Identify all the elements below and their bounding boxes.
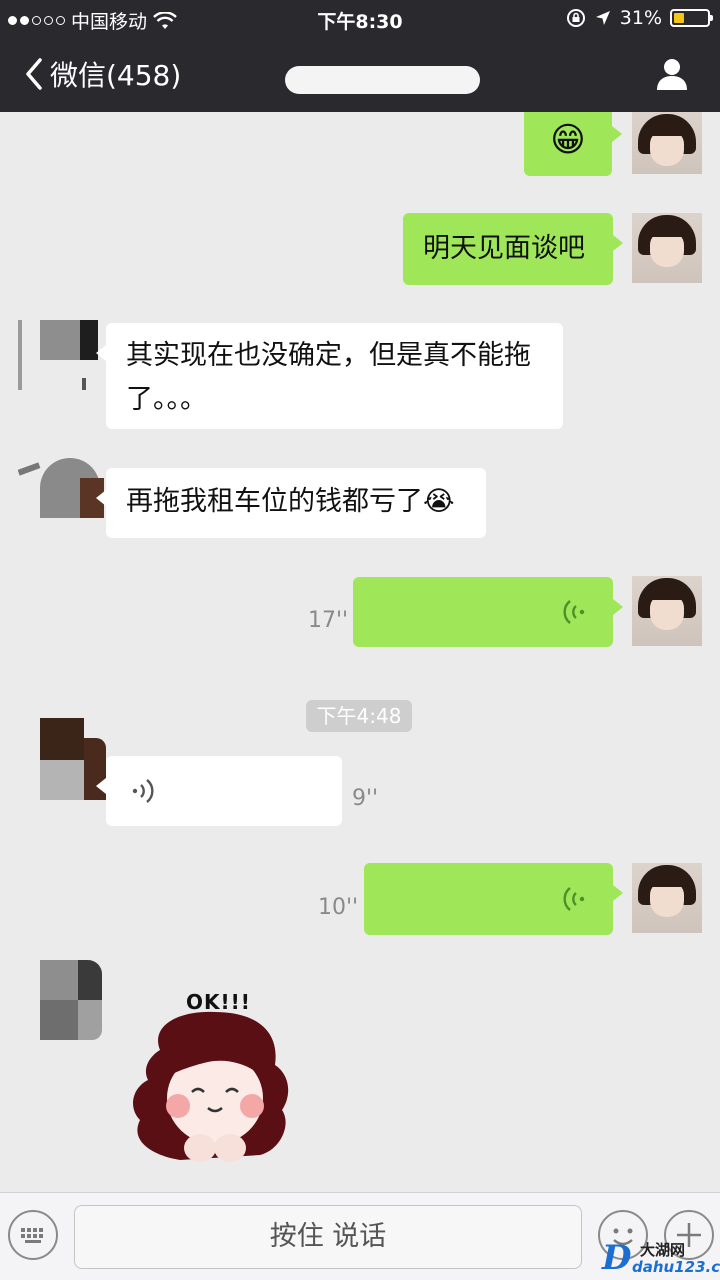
time-separator: 下午4:48 — [306, 700, 412, 732]
status-right: 31% — [566, 7, 713, 29]
message-bubble-emoji[interactable]: 😁 — [524, 112, 622, 176]
keyboard-icon — [21, 1228, 43, 1243]
nav-bar: 微信(458) — [0, 36, 720, 112]
back-label: 微信(458) — [50, 59, 182, 92]
voice-message-bubble[interactable] — [96, 756, 342, 826]
back-button[interactable]: 微信(458) — [22, 54, 181, 94]
message-text-line: 了。。。 — [126, 384, 207, 415]
profile-icon[interactable] — [654, 56, 690, 92]
watermark-logo-letter: D — [602, 1238, 632, 1278]
watermark-site-name: 大湖网 — [640, 1241, 686, 1259]
chevron-left-icon — [26, 58, 42, 90]
my-avatar[interactable] — [632, 576, 702, 646]
keyboard-toggle-button[interactable] — [8, 1210, 58, 1260]
message-text: 再拖我租车位的钱都亏了 — [126, 486, 423, 517]
message-text: 明天见面谈吧 — [423, 233, 585, 264]
location-arrow-icon — [595, 11, 610, 25]
voice-duration: 10'' — [318, 895, 359, 920]
crying-emoji-icon: 😭 — [423, 486, 455, 517]
my-avatar[interactable] — [632, 112, 702, 174]
hold-to-talk-button[interactable]: 按住 说话 — [74, 1205, 582, 1269]
contact-avatar-pixelated[interactable] — [18, 320, 100, 390]
contact-avatar-pixelated[interactable] — [18, 458, 106, 520]
watermark-url: dahu123.com — [632, 1258, 720, 1276]
voice-duration: 17'' — [308, 608, 349, 633]
voice-duration: 9'' — [352, 786, 379, 811]
battery-percent: 31% — [619, 7, 662, 29]
message-bubble[interactable]: 再拖我租车位的钱都亏了😭 — [96, 468, 486, 538]
voice-message-bubble[interactable] — [364, 863, 623, 935]
rotation-lock-icon — [566, 9, 585, 27]
chat-title-redacted — [285, 66, 480, 94]
message-text-line: 其实现在也没确定，但是真不能拖 — [126, 340, 531, 371]
contact-avatar-pixelated[interactable] — [40, 960, 102, 1040]
my-avatar[interactable] — [632, 863, 702, 933]
voice-message-bubble[interactable] — [353, 577, 623, 647]
voice-wave-icon — [132, 779, 154, 803]
status-bar: 中国移动 下午8:30 31% — [0, 0, 720, 36]
voice-wave-icon — [563, 600, 585, 624]
chat-area: 😁 明天见面谈吧 其实现在也没确定，但是真不能拖 了。。。 再拖我租车位的钱都亏… — [0, 112, 720, 1192]
ok-girl-sticker[interactable]: OK!!! — [120, 980, 310, 1180]
battery-icon — [670, 9, 713, 27]
message-bubble[interactable]: 其实现在也没确定，但是真不能拖 了。。。 — [96, 323, 563, 429]
message-bubble[interactable]: 明天见面谈吧 — [403, 213, 623, 285]
my-avatar[interactable] — [632, 213, 702, 283]
sticker-caption: OK!!! — [186, 990, 251, 1014]
site-watermark: D 大湖网 dahu123.com — [602, 1238, 720, 1278]
voice-wave-icon — [563, 887, 585, 911]
grin-emoji-icon: 😁 — [550, 120, 586, 160]
